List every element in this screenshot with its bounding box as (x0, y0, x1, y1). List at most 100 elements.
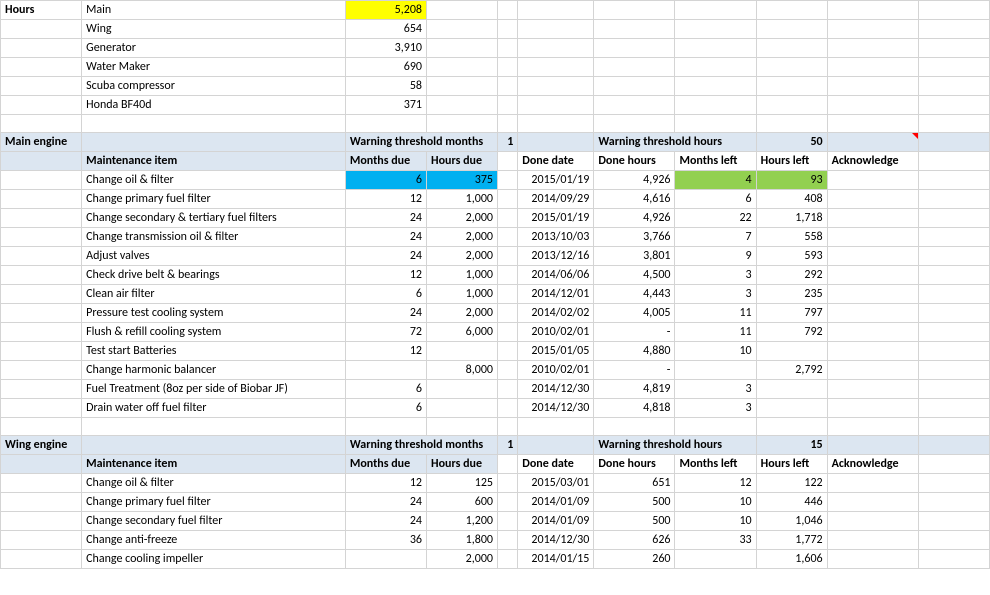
hours-due[interactable]: 600 (427, 493, 498, 512)
acknowledge-cell[interactable] (827, 493, 918, 512)
hours-due[interactable]: 1,000 (427, 285, 498, 304)
done-hours[interactable]: 4,616 (594, 190, 675, 209)
cell[interactable] (675, 77, 756, 96)
months-left[interactable]: 10 (675, 342, 756, 361)
cell[interactable] (518, 77, 594, 96)
cell[interactable] (82, 133, 346, 152)
acknowledge-cell[interactable] (827, 550, 918, 569)
cell[interactable] (427, 39, 498, 58)
col-months-due[interactable]: Months due (345, 455, 426, 474)
cell[interactable] (427, 418, 498, 436)
cell[interactable] (498, 209, 518, 228)
cell[interactable] (82, 436, 346, 455)
months-due[interactable]: 6 (345, 399, 426, 418)
cell[interactable] (1, 171, 82, 190)
cell[interactable] (827, 39, 918, 58)
equipment-name[interactable]: Scuba compressor (82, 77, 346, 96)
cell[interactable] (82, 418, 346, 436)
hours-left[interactable] (756, 380, 827, 399)
done-date[interactable]: 2013/10/03 (518, 228, 594, 247)
cell[interactable] (498, 493, 518, 512)
months-due[interactable]: 12 (345, 190, 426, 209)
cell[interactable] (918, 171, 989, 190)
done-date[interactable]: 2014/09/29 (518, 190, 594, 209)
cell[interactable] (1, 512, 82, 531)
cell[interactable] (1, 190, 82, 209)
col-hours-due[interactable]: Hours due (427, 455, 498, 474)
acknowledge-cell[interactable] (827, 531, 918, 550)
acknowledge-cell[interactable] (827, 228, 918, 247)
months-left[interactable]: 3 (675, 380, 756, 399)
cell[interactable] (594, 77, 675, 96)
cell[interactable] (918, 209, 989, 228)
done-date[interactable]: 2014/12/01 (518, 285, 594, 304)
cell[interactable] (675, 39, 756, 58)
hours-due[interactable]: 1,000 (427, 266, 498, 285)
hours-due[interactable]: 2,000 (427, 209, 498, 228)
months-due[interactable]: 12 (345, 342, 426, 361)
equipment-hours[interactable]: 58 (345, 77, 426, 96)
col-months-left[interactable]: Months left (675, 455, 756, 474)
cell[interactable] (918, 323, 989, 342)
cell[interactable] (498, 304, 518, 323)
hours-due[interactable]: 2,000 (427, 550, 498, 569)
cell[interactable] (756, 39, 827, 58)
cell[interactable] (827, 20, 918, 39)
maintenance-item[interactable]: Change oil & filter (82, 171, 346, 190)
cell[interactable] (1, 531, 82, 550)
hours-left[interactable]: 792 (756, 323, 827, 342)
maintenance-item[interactable]: Change primary fuel filter (82, 190, 346, 209)
section-title[interactable]: Wing engine (1, 436, 82, 455)
cell[interactable] (498, 266, 518, 285)
hours-left[interactable]: 593 (756, 247, 827, 266)
done-hours[interactable]: 4,500 (594, 266, 675, 285)
cell[interactable] (1, 152, 82, 171)
cell[interactable] (918, 550, 989, 569)
hours-due[interactable]: 2,000 (427, 304, 498, 323)
cell[interactable] (427, 20, 498, 39)
cell[interactable] (918, 266, 989, 285)
cell[interactable] (918, 152, 989, 171)
col-maintenance-item[interactable]: Maintenance item (82, 455, 346, 474)
warning-threshold-months-label[interactable]: Warning threshold months (345, 133, 497, 152)
cell[interactable] (518, 115, 594, 133)
acknowledge-cell[interactable] (827, 474, 918, 493)
months-due[interactable]: 24 (345, 493, 426, 512)
months-due[interactable]: 24 (345, 247, 426, 266)
done-date[interactable]: 2010/02/01 (518, 323, 594, 342)
cell[interactable] (498, 115, 518, 133)
months-left[interactable]: 11 (675, 323, 756, 342)
cell[interactable] (918, 247, 989, 266)
col-months-left[interactable]: Months left (675, 152, 756, 171)
months-due[interactable]: 72 (345, 323, 426, 342)
hours-due[interactable]: 1,800 (427, 531, 498, 550)
done-hours[interactable]: 500 (594, 512, 675, 531)
hours-left[interactable]: 1,046 (756, 512, 827, 531)
hours-due[interactable]: 2,000 (427, 247, 498, 266)
cell[interactable] (1, 247, 82, 266)
acknowledge-cell[interactable] (827, 512, 918, 531)
cell[interactable] (498, 96, 518, 115)
cell[interactable] (918, 285, 989, 304)
months-left[interactable]: 12 (675, 474, 756, 493)
cell[interactable] (756, 115, 827, 133)
months-due[interactable]: 6 (345, 380, 426, 399)
cell[interactable] (756, 1, 827, 20)
cell[interactable] (345, 115, 426, 133)
hours-due[interactable]: 6,000 (427, 323, 498, 342)
cell[interactable] (918, 1, 989, 20)
cell[interactable] (594, 1, 675, 20)
maintenance-item[interactable]: Adjust valves (82, 247, 346, 266)
cell[interactable] (498, 380, 518, 399)
hours-due[interactable]: 1,200 (427, 512, 498, 531)
cell[interactable] (1, 418, 82, 436)
cell[interactable] (1, 474, 82, 493)
cell[interactable] (918, 39, 989, 58)
done-hours[interactable]: - (594, 361, 675, 380)
cell[interactable] (918, 531, 989, 550)
spreadsheet-grid[interactable]: HoursMain5,208Wing654Generator3,910Water… (0, 0, 990, 569)
acknowledge-cell[interactable] (827, 361, 918, 380)
col-hours-left[interactable]: Hours left (756, 152, 827, 171)
cell[interactable] (1, 361, 82, 380)
cell[interactable] (918, 512, 989, 531)
